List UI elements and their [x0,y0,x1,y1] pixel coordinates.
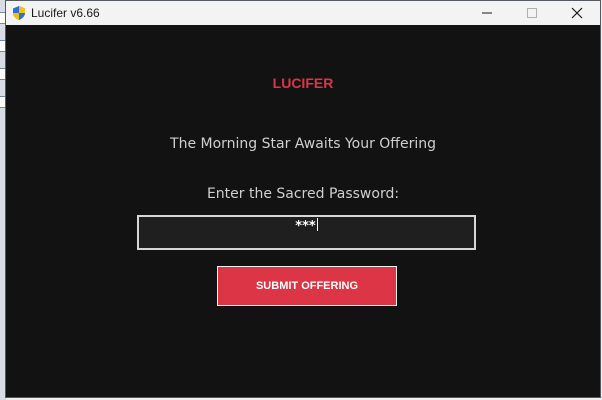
subtitle: The Morning Star Awaits Your Offering [170,136,436,152]
close-icon [571,7,583,19]
text-caret [316,218,318,231]
app-window: Lucifer v6.66 LUCIFER The Morning Star A… [5,0,601,398]
window-title: Lucifer v6.66 [31,6,100,20]
minimize-icon [482,12,492,14]
password-input[interactable]: *** [137,215,476,250]
submit-offering-button[interactable]: SUBMIT OFFERING [217,266,397,306]
title-bar[interactable]: Lucifer v6.66 [6,1,600,25]
shield-icon [13,6,25,20]
app-logo-text: LUCIFER [272,75,334,91]
maximize-icon [527,8,537,18]
password-label: Enter the Sacred Password: [206,186,400,202]
password-value: *** [295,219,316,234]
minimize-button[interactable] [464,1,510,25]
maximize-button[interactable] [509,1,555,25]
close-button[interactable] [554,1,600,25]
main-panel: LUCIFER The Morning Star Awaits Your Off… [6,25,600,397]
